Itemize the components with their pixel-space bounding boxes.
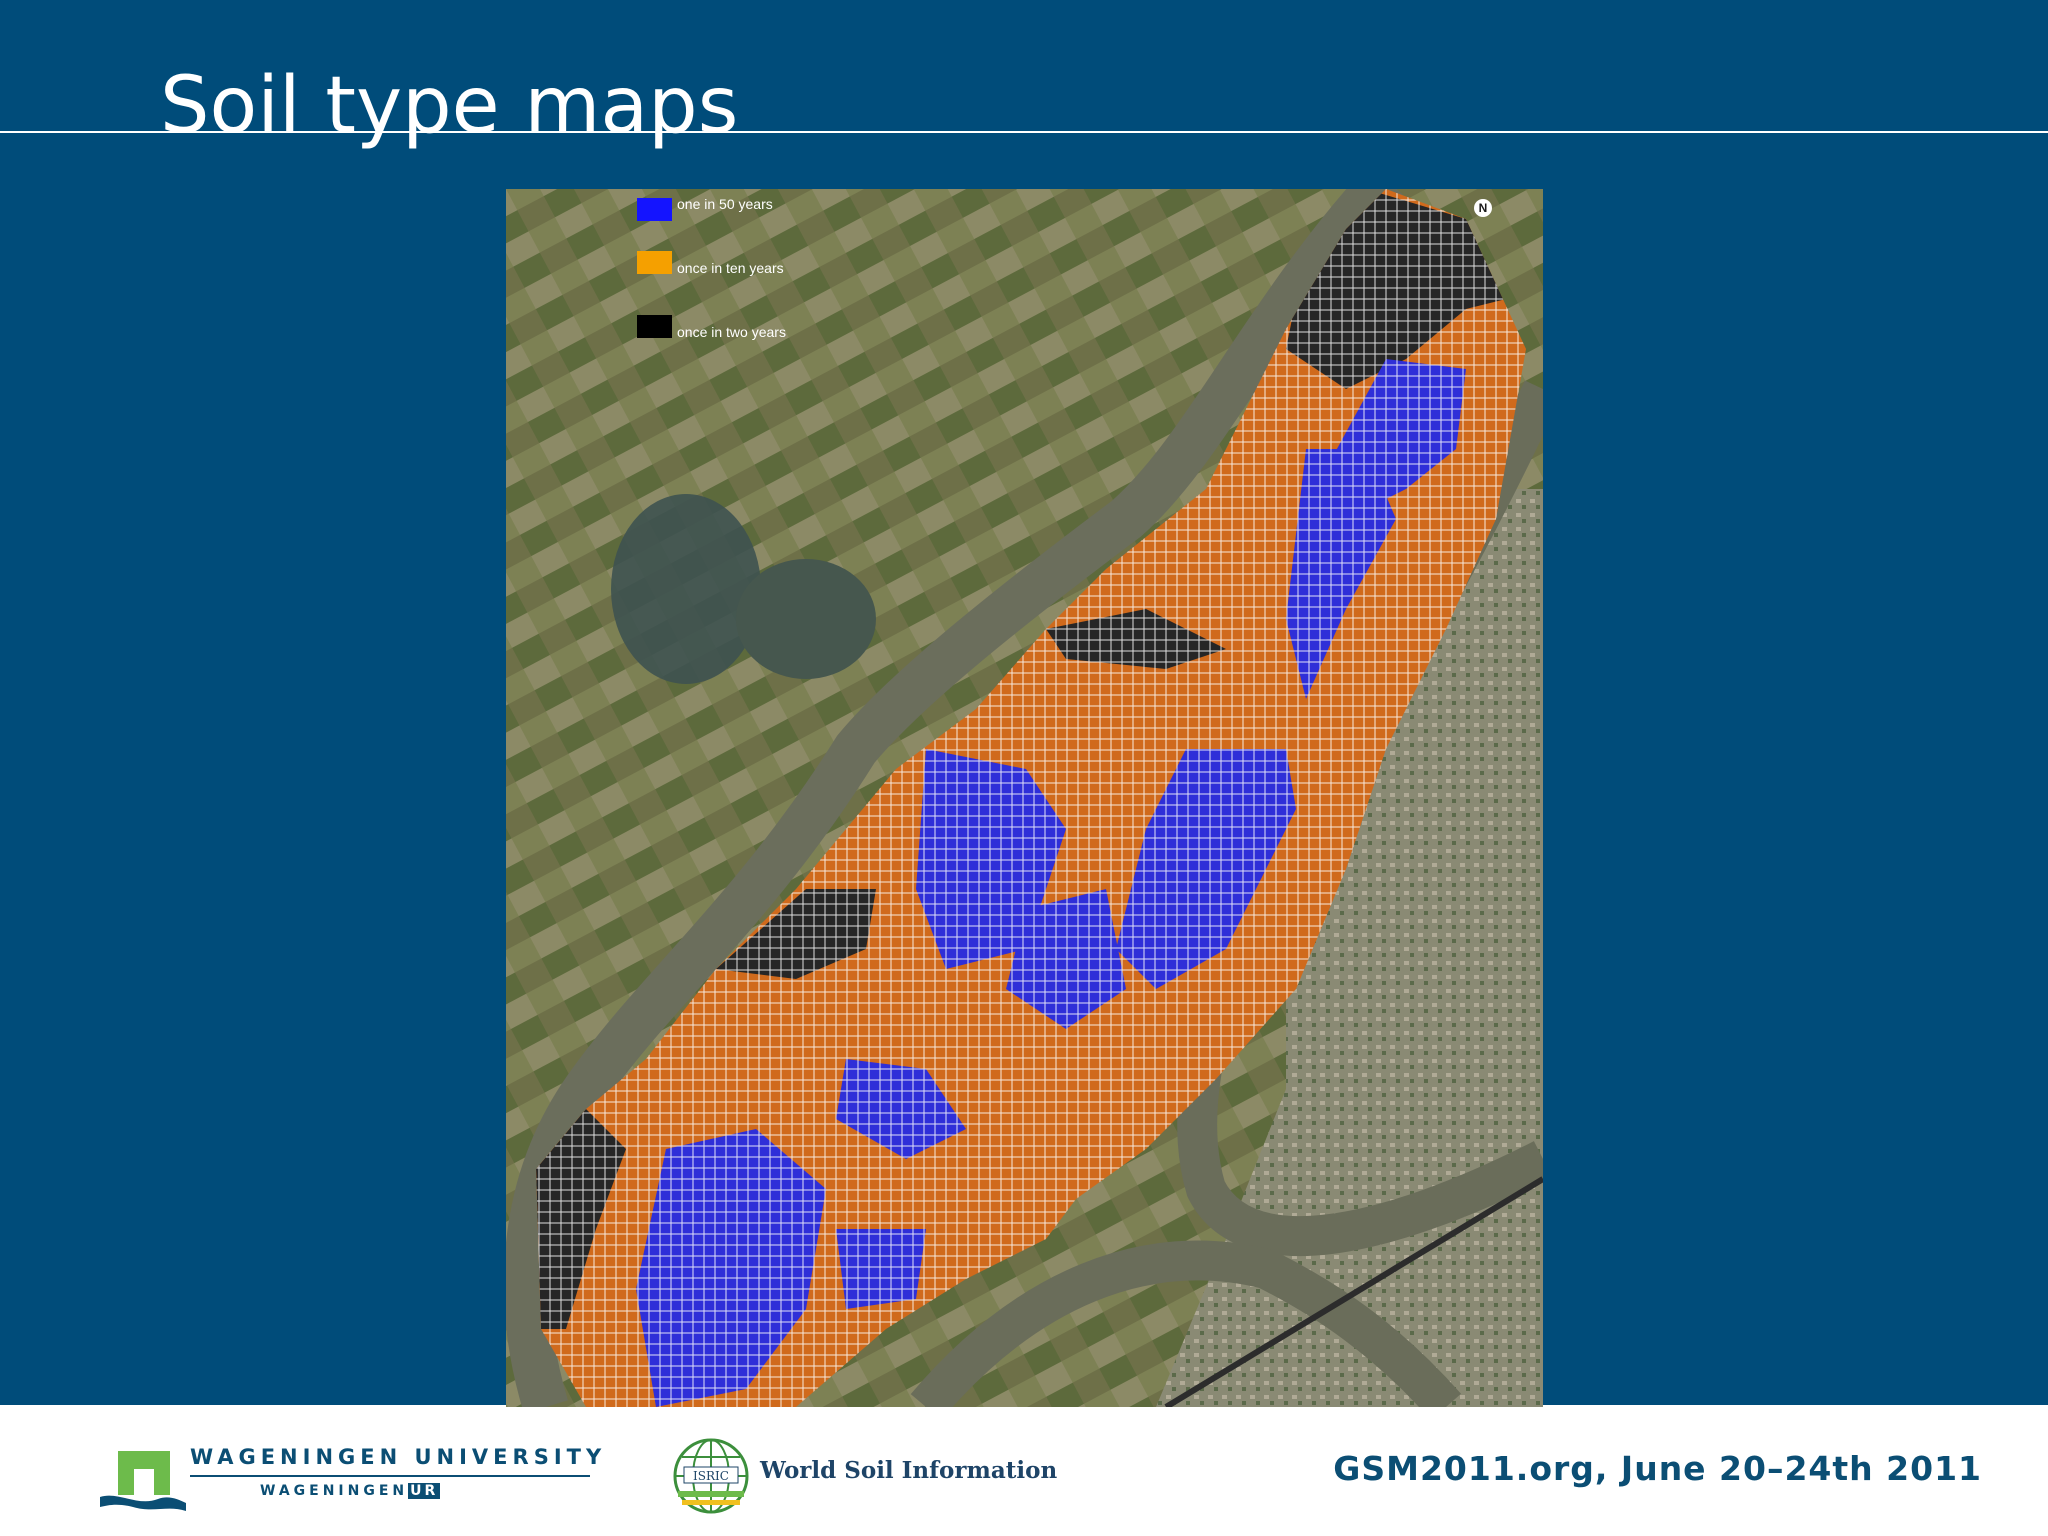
isric-globe-icon: ISRIC	[673, 1438, 749, 1514]
event-info: GSM2011.org, June 20–24th 2011	[1333, 1449, 1982, 1488]
wageningen-logo: WAGENINGEN UNIVERSITY WAGENINGEN UR	[98, 1445, 601, 1513]
wageningen-divider	[190, 1475, 590, 1477]
university-sub: WAGENINGEN UR	[260, 1483, 441, 1499]
aerial-map-graphic	[506, 189, 1543, 1407]
legend-swatch-blue	[637, 198, 672, 221]
slide-background: Soil type maps one in 50 years once in t…	[0, 0, 2048, 1407]
university-ur-mark: UR	[408, 1483, 441, 1499]
legend-label-two-years: once in two years	[677, 324, 786, 340]
isric-name: World Soil Information	[760, 1457, 1058, 1484]
university-name: WAGENINGEN UNIVERSITY	[190, 1445, 607, 1469]
title-underline	[0, 131, 2048, 133]
soil-flood-map: one in 50 years once in ten years once i…	[506, 189, 1543, 1407]
slide-title: Soil type maps	[160, 61, 739, 151]
legend-swatch-black	[637, 315, 672, 338]
isric-logo: ISRIC World Soil Information	[672, 1437, 1057, 1517]
wageningen-emblem-icon	[100, 1451, 186, 1511]
footer: WAGENINGEN UNIVERSITY WAGENINGEN UR ISRIC…	[0, 1407, 2048, 1536]
legend-swatch-orange	[637, 251, 672, 274]
isric-acronym: ISRIC	[693, 1469, 729, 1483]
university-sub-text: WAGENINGEN	[260, 1483, 409, 1499]
legend-label-50-years: one in 50 years	[677, 196, 773, 212]
north-arrow-icon: N	[1474, 199, 1492, 217]
legend-label-ten-years: once in ten years	[677, 260, 784, 276]
